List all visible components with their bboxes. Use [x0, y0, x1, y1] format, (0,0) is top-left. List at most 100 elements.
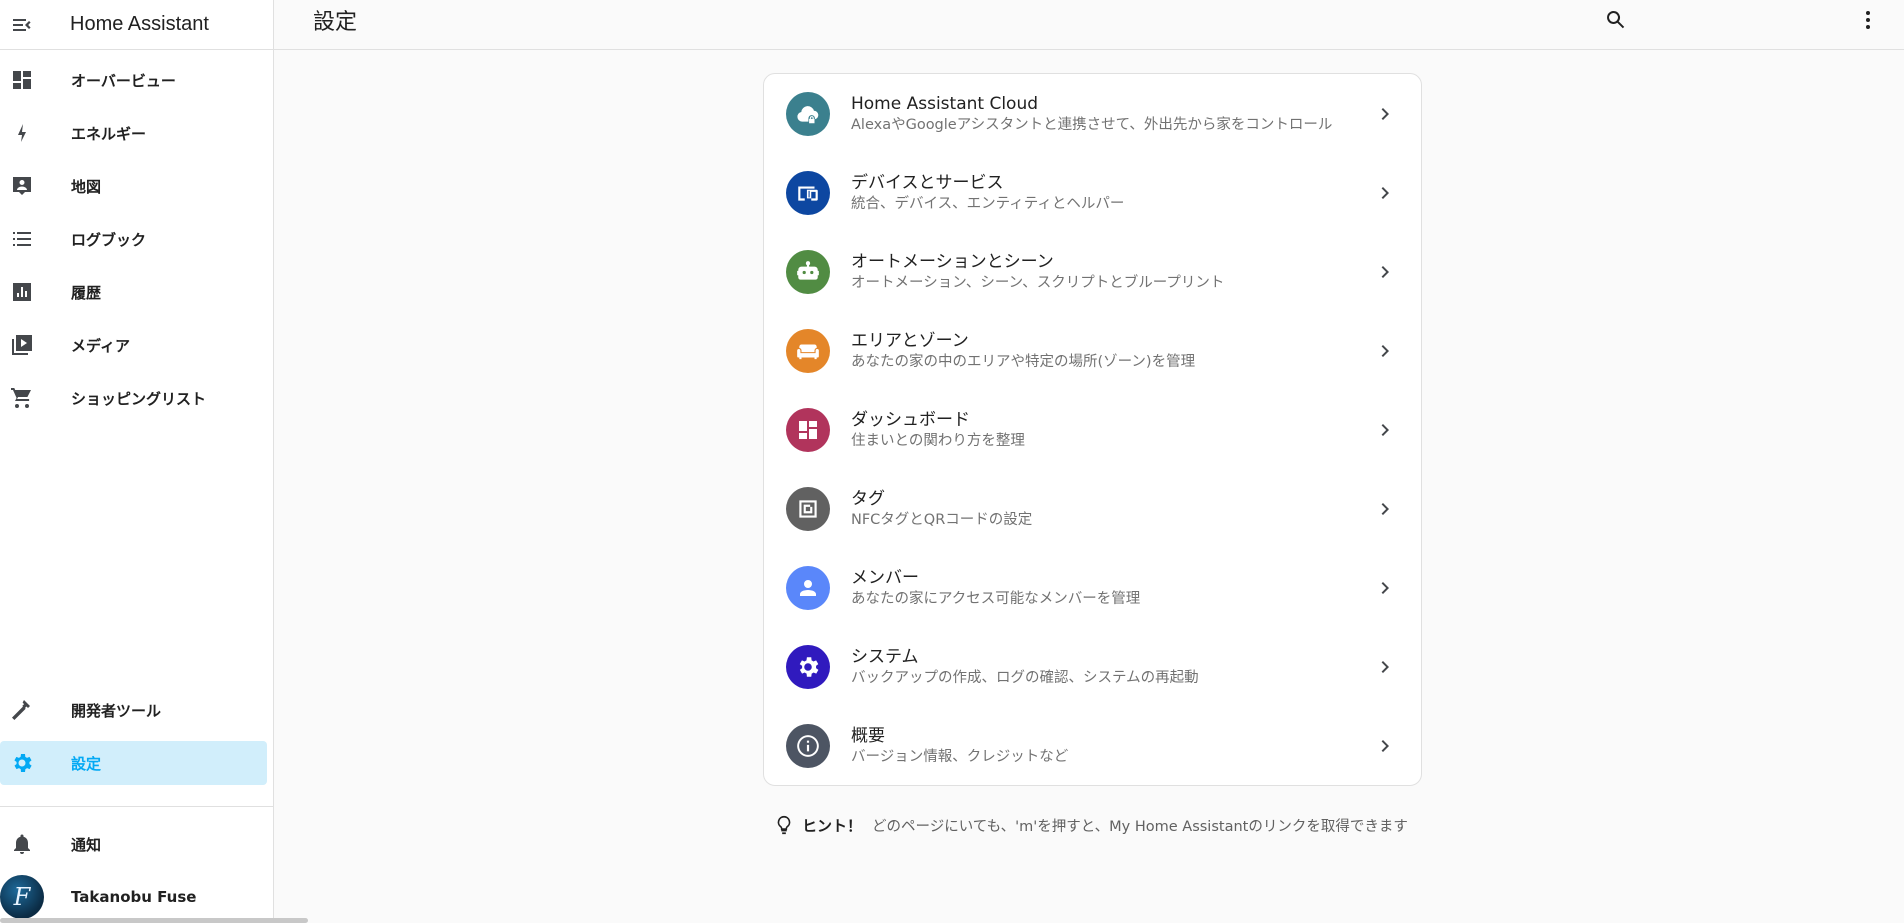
config-item-title: Home Assistant Cloud	[851, 93, 1039, 114]
sidebar-item-label: エネルギー	[71, 124, 147, 143]
app-title: Home Assistant	[70, 13, 209, 35]
config-item-description: NFCタグとQRコードの設定	[851, 511, 1033, 528]
user-name: Takanobu Fuse	[71, 888, 197, 906]
config-item-title: ダッシュボード	[851, 409, 970, 430]
horizontal-scrollbar[interactable]	[0, 918, 308, 923]
sidebar-item-history[interactable]: 履歴	[0, 270, 267, 314]
config-item-tags[interactable]: タグ NFCタグとQRコードの設定	[764, 469, 1421, 548]
config-item-title: メンバー	[851, 567, 919, 588]
info-icon	[786, 723, 830, 768]
map-person-icon	[10, 174, 34, 198]
chevron-right-icon	[1373, 576, 1397, 600]
bell-icon	[10, 832, 34, 856]
config-item-description: バージョン情報、クレジットなど	[851, 748, 1069, 765]
sidebar-item-label: 通知	[71, 835, 102, 854]
config-item-text: 概要 バージョン情報、クレジットなど	[851, 725, 1373, 767]
nfc-icon	[786, 486, 830, 531]
sidebar-item-energy[interactable]: エネルギー	[0, 111, 267, 155]
hammer-icon	[10, 698, 34, 722]
sidebar: Home Assistant オーバービュー エネルギー 地図 ログブック 履歴	[0, 0, 308, 923]
sidebar-item-developer-tools[interactable]: 開発者ツール	[0, 688, 267, 732]
menu-collapse-icon	[13, 18, 31, 31]
config-item-description: あなたの家の中のエリアや特定の場所(ゾーン)を管理	[851, 353, 1196, 370]
config-item-title: タグ	[851, 488, 885, 509]
chevron-right-icon	[1373, 181, 1397, 205]
config-item-description: 住まいとの関わり方を整理	[851, 432, 1025, 449]
config-item-system[interactable]: システム バックアップの作成、ログの確認、システムの再起動	[764, 627, 1421, 706]
gear-icon	[10, 751, 34, 775]
sidebar-item-notifications[interactable]: 通知	[0, 822, 267, 866]
page-title: 設定	[313, 10, 358, 35]
sidebar-item-map[interactable]: 地図	[0, 164, 267, 208]
chart-icon	[10, 280, 34, 304]
lightning-icon	[10, 121, 34, 145]
chevron-right-icon	[1373, 497, 1397, 521]
chevron-right-icon	[1373, 734, 1397, 758]
sidebar-item-label: ログブック	[71, 230, 147, 249]
sidebar-item-overview[interactable]: オーバービュー	[0, 58, 267, 102]
devices-icon	[786, 170, 830, 215]
robot-icon	[786, 249, 830, 294]
config-item-about[interactable]: 概要 バージョン情報、クレジットなど	[764, 706, 1421, 785]
config-item-devices[interactable]: デバイスとサービス 統合、デバイス、エンティティとヘルパー	[764, 153, 1421, 232]
sidebar-item-settings[interactable]: 設定	[0, 741, 267, 785]
config-item-text: Home Assistant Cloud AlexaやGoogleアシスタントと…	[851, 93, 1373, 135]
config-item-dashboards[interactable]: ダッシュボード 住まいとの関わり方を整理	[764, 390, 1421, 469]
sidebar-item-label: オーバービュー	[71, 71, 176, 90]
chevron-right-icon	[1373, 102, 1397, 126]
config-card: Home Assistant Cloud AlexaやGoogleアシスタントと…	[763, 73, 1422, 786]
config-item-text: システム バックアップの作成、ログの確認、システムの再起動	[851, 646, 1373, 688]
chevron-right-icon	[1373, 260, 1397, 284]
search-icon	[1607, 11, 1625, 29]
config-item-title: エリアとゾーン	[851, 330, 969, 351]
cart-icon	[10, 386, 34, 410]
config-item-description: あなたの家にアクセス可能なメンバーを管理	[851, 590, 1141, 607]
config-item-text: ダッシュボード 住まいとの関わり方を整理	[851, 409, 1373, 451]
sidebar-item-shopping-list[interactable]: ショッピングリスト	[0, 376, 267, 420]
config-item-areas[interactable]: エリアとゾーン あなたの家の中のエリアや特定の場所(ゾーン)を管理	[764, 311, 1421, 390]
sidebar-item-label: 履歴	[71, 283, 102, 302]
sidebar-item-label: メディア	[71, 336, 130, 355]
sidebar-item-profile[interactable]: F Takanobu Fuse	[0, 875, 267, 919]
sidebar-item-label: 地図	[71, 177, 102, 196]
config-item-text: エリアとゾーン あなたの家の中のエリアや特定の場所(ゾーン)を管理	[851, 330, 1373, 372]
config-item-title: システム	[851, 646, 919, 667]
hint-label: ヒント！	[802, 816, 863, 835]
config-item-text: タグ NFCタグとQRコードの設定	[851, 488, 1373, 530]
media-play-icon	[10, 333, 34, 357]
config-item-cloud[interactable]: Home Assistant Cloud AlexaやGoogleアシスタントと…	[764, 74, 1421, 153]
hint: ヒント！ どのページにいても、'm'を押すと、My Home Assistant…	[772, 812, 1408, 838]
config-item-text: メンバー あなたの家にアクセス可能なメンバーを管理	[851, 567, 1373, 609]
gear-icon	[786, 644, 830, 689]
sidebar-header: Home Assistant	[0, 0, 273, 50]
sidebar-divider	[0, 806, 273, 807]
sidebar-item-label: 開発者ツール	[71, 701, 162, 720]
sofa-icon	[786, 328, 830, 373]
config-item-automations[interactable]: オートメーションとシーン オートメーション、シーン、スクリプトとブループリント	[764, 232, 1421, 311]
sidebar-item-label: 設定	[71, 754, 102, 773]
config-item-description: 統合、デバイス、エンティティとヘルパー	[851, 195, 1125, 212]
config-item-people[interactable]: メンバー あなたの家にアクセス可能なメンバーを管理	[764, 548, 1421, 627]
chevron-right-icon	[1373, 418, 1397, 442]
sidebar-item-logbook[interactable]: ログブック	[0, 217, 267, 261]
config-item-description: AlexaやGoogleアシスタントと連携させて、外出先から家をコントロール	[851, 116, 1333, 133]
config-item-title: オートメーションとシーン	[851, 251, 1054, 272]
config-item-title: 概要	[851, 725, 885, 746]
config-item-description: オートメーション、シーン、スクリプトとブループリント	[851, 274, 1225, 291]
list-icon	[10, 227, 34, 251]
config-item-text: デバイスとサービス 統合、デバイス、エンティティとヘルパー	[851, 172, 1373, 214]
lightbulb-icon	[772, 813, 796, 837]
person-icon	[786, 565, 830, 610]
config-item-text: オートメーションとシーン オートメーション、シーン、スクリプトとブループリント	[851, 251, 1373, 293]
sidebar-item-media[interactable]: メディア	[0, 323, 267, 367]
more-options-button[interactable]	[1848, 2, 1888, 38]
search-button[interactable]	[1596, 2, 1636, 38]
chevron-right-icon	[1373, 339, 1397, 363]
config-item-description: バックアップの作成、ログの確認、システムの再起動	[851, 669, 1199, 686]
cloud-lock-icon	[786, 91, 830, 136]
sidebar-toggle-button[interactable]	[0, 3, 44, 47]
chevron-right-icon	[1373, 655, 1397, 679]
dashboard-icon	[10, 68, 34, 92]
hint-text: どのページにいても、'm'を押すと、My Home Assistantのリンクを…	[872, 818, 1408, 835]
config-item-title: デバイスとサービス	[851, 172, 1004, 193]
